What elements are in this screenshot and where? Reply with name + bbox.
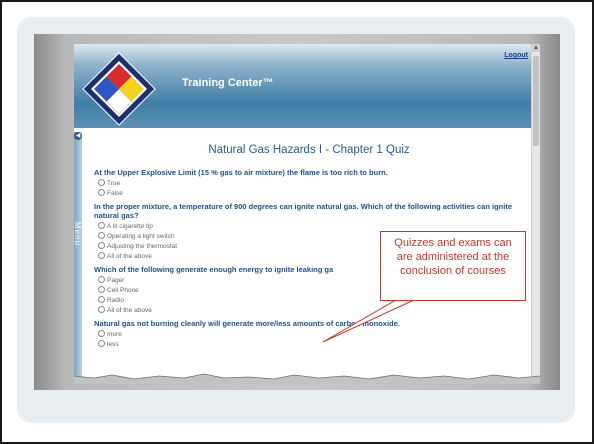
question-text: Natural gas not burning cleanly will gen… <box>94 319 400 328</box>
vertical-scrollbar[interactable]: ▲ <box>531 44 540 384</box>
radio-button-icon[interactable] <box>98 296 105 303</box>
app-title: Training Center™ <box>182 77 274 89</box>
radio-button-icon[interactable] <box>98 306 105 313</box>
option-label: Pager <box>107 277 125 284</box>
option-label: Radio <box>107 297 124 304</box>
menu-label: Menu <box>74 222 82 247</box>
radio-button-icon[interactable] <box>98 222 105 229</box>
hazard-diamond-logo-icon <box>82 52 156 126</box>
radio-button-icon[interactable] <box>98 286 105 293</box>
answer-option[interactable]: less <box>98 340 524 349</box>
scroll-up-arrow-icon[interactable]: ▲ <box>532 44 540 52</box>
option-label: A lit cigarette tip <box>107 223 153 230</box>
training-app-window: Training Center™ Logout ◀ Menu Natural G… <box>74 44 540 384</box>
answer-option[interactable]: A lit cigarette tip <box>98 222 524 231</box>
menu-toggle-icon[interactable]: ◀ <box>74 132 82 140</box>
option-label: False <box>107 190 123 197</box>
option-label: True <box>107 180 121 187</box>
radio-button-icon[interactable] <box>98 252 105 259</box>
answer-option[interactable]: False <box>98 189 524 198</box>
quiz-title: Natural Gas Hazards I - Chapter 1 Quiz <box>208 144 410 156</box>
menu-tab[interactable]: ◀ Menu <box>74 132 82 384</box>
radio-button-icon[interactable] <box>98 179 105 186</box>
question-text: At the Upper Explosive Limit (15 % gas t… <box>94 168 388 177</box>
option-label: Adjusting the thermostat <box>107 243 178 250</box>
option-label: All of the above <box>107 307 152 314</box>
question-block: At the Upper Explosive Limit (15 % gas t… <box>94 168 524 198</box>
radio-button-icon[interactable] <box>98 330 105 337</box>
app-header: Training Center™ Logout <box>74 44 540 128</box>
option-label: more <box>107 331 122 338</box>
question-block: Natural gas not burning cleanly will gen… <box>94 319 524 349</box>
answer-option[interactable]: True <box>98 179 524 188</box>
radio-button-icon[interactable] <box>98 189 105 196</box>
logout-link[interactable]: Logout <box>504 52 528 59</box>
question-text: In the proper mixture, a temperature of … <box>94 202 513 220</box>
answer-option[interactable]: more <box>98 330 524 339</box>
option-label: All of the above <box>107 253 152 260</box>
option-label: Cell Phone <box>107 287 139 294</box>
option-label: less <box>107 341 119 348</box>
scrollbar-thumb[interactable] <box>533 56 539 146</box>
radio-button-icon[interactable] <box>98 232 105 239</box>
answer-option[interactable]: All of the above <box>98 306 524 315</box>
callout-box: Quizzes and exams can are administered a… <box>380 231 526 301</box>
radio-button-icon[interactable] <box>98 242 105 249</box>
radio-button-icon[interactable] <box>98 340 105 347</box>
torn-paper-edge <box>74 373 540 384</box>
option-label: Operating a light switch <box>107 233 175 240</box>
radio-button-icon[interactable] <box>98 276 105 283</box>
